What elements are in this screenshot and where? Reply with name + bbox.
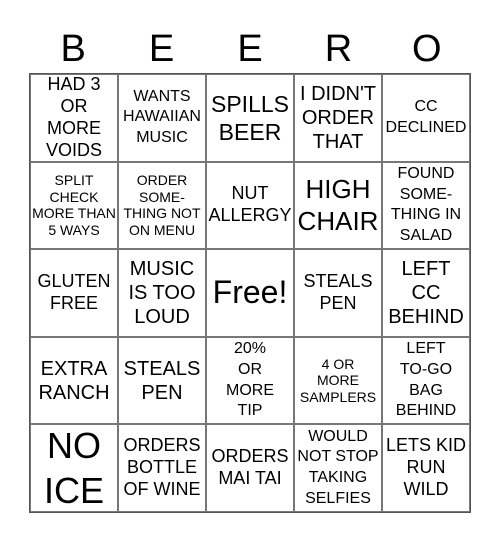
bingo-cell[interactable]: STEALS PEN (294, 249, 382, 337)
bingo-cell[interactable]: LEFT CC BEHIND (382, 249, 470, 337)
bingo-cell[interactable]: NUT ALLERGY (206, 161, 294, 250)
bingo-cell[interactable]: HAD 3 OR MORE VOIDS (30, 74, 118, 162)
bingo-cell[interactable]: ORDERS BOTTLE OF WINE (118, 424, 206, 512)
bingo-cell[interactable]: 20% OR MORE TIP (206, 336, 294, 425)
header-letter: B (60, 28, 86, 70)
bingo-cell[interactable]: I DIDN'T ORDER THAT (294, 74, 382, 162)
bingo-grid: HAD 3 OR MORE VOIDS WANTS HAWAIIAN MUSIC… (29, 73, 471, 513)
header-letter: R (324, 28, 353, 70)
bingo-cell[interactable]: ORDERS MAI TAI (206, 424, 294, 512)
free-space[interactable]: Free! (206, 249, 294, 337)
bingo-cell[interactable]: SPLIT CHECK MORE THAN 5 WAYS (30, 161, 118, 250)
bingo-cell[interactable]: EXTRA RANCH (30, 336, 118, 425)
bingo-cell[interactable]: MUSIC IS TOO LOUD (118, 249, 206, 337)
bingo-cell[interactable]: GLUTEN FREE (30, 249, 118, 337)
bingo-cell[interactable]: HIGH CHAIR (294, 161, 382, 250)
bingo-cell[interactable]: WANTS HAWAIIAN MUSIC (118, 74, 206, 162)
bingo-cell[interactable]: LETS KID RUN WILD (382, 424, 470, 512)
header-letter: E (237, 28, 263, 70)
bingo-cell[interactable]: WOULD NOT STOP TAKING SELFIES (294, 424, 382, 512)
bingo-cell[interactable]: LEFT TO-GO BAG BEHIND (382, 336, 470, 425)
bingo-cell[interactable]: CC DECLINED (382, 74, 470, 162)
header-letter: O (412, 28, 442, 70)
bingo-header: B E E R O (29, 26, 471, 72)
bingo-cell[interactable]: STEALS PEN (118, 336, 206, 425)
bingo-cell[interactable]: SPILLS BEER (206, 74, 294, 162)
bingo-cell[interactable]: 4 OR MORE SAMPLERS (294, 336, 382, 425)
bingo-cell[interactable]: FOUND SOME- THING IN SALAD (382, 161, 470, 250)
bingo-cell[interactable]: ORDER SOME- THING NOT ON MENU (118, 161, 206, 250)
header-letter: E (148, 28, 175, 70)
bingo-cell[interactable]: NO ICE (30, 424, 118, 512)
